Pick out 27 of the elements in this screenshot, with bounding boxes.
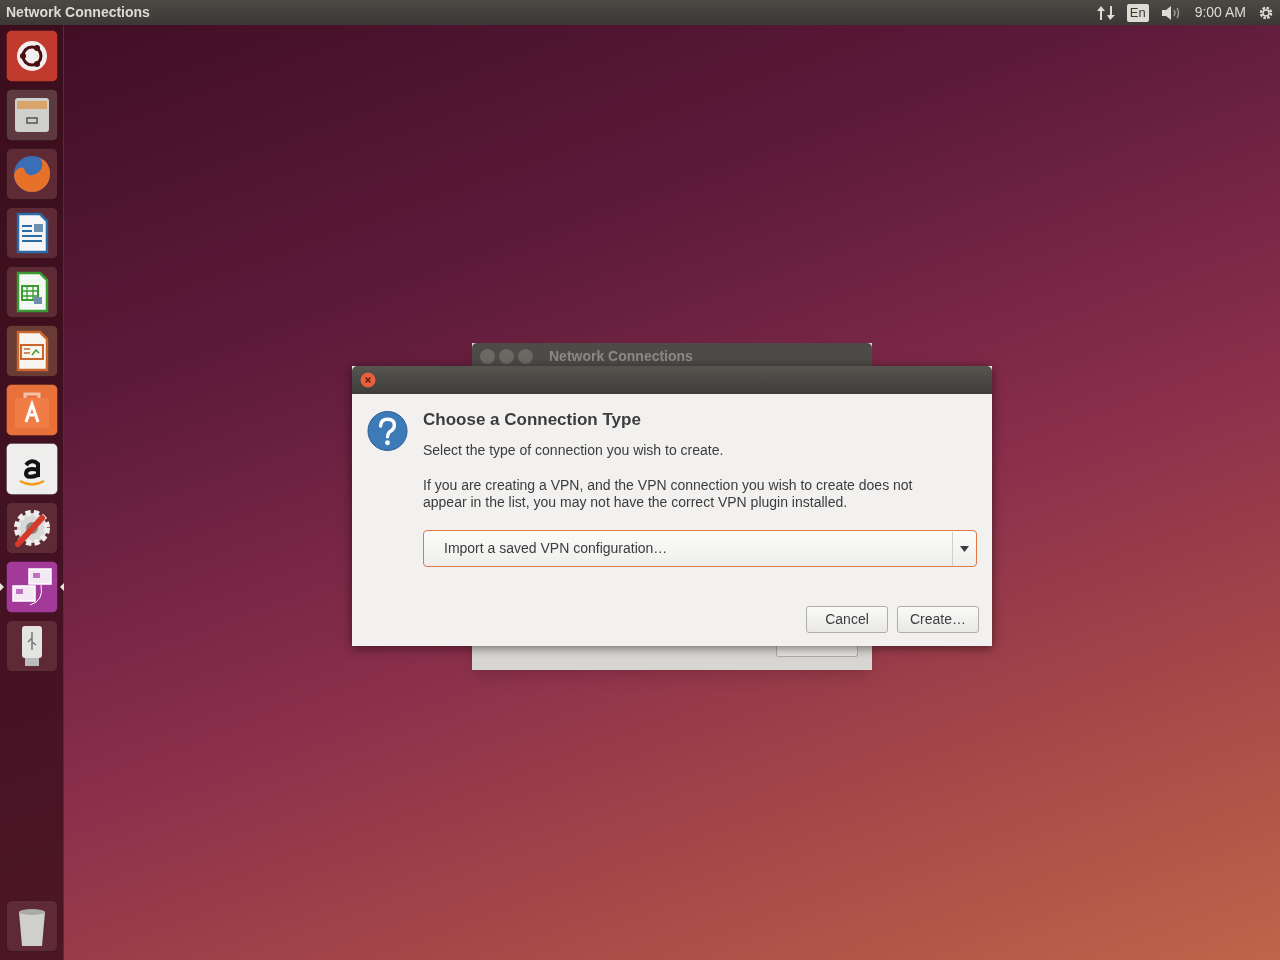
shopping-a-icon[interactable] xyxy=(5,443,58,495)
dialog-button[interactable]: Create… xyxy=(897,606,979,633)
shopping-bag-icon[interactable] xyxy=(5,384,58,436)
spreadsheet-icon[interactable] xyxy=(5,266,58,318)
document-icon[interactable] xyxy=(5,207,58,259)
close-icon[interactable] xyxy=(360,372,376,388)
connected-screens-icon[interactable] xyxy=(5,561,58,613)
ubuntu-logo-icon[interactable] xyxy=(5,30,58,82)
dialog-message: Select the type of connection you wish to create. xyxy=(423,441,725,460)
gear-wrench-icon[interactable] xyxy=(5,502,58,554)
dialog-heading: Choose a Connection Type xyxy=(423,410,642,430)
dialog-button[interactable]: Cancel xyxy=(806,606,888,633)
trash-can-icon[interactable] xyxy=(5,900,58,952)
file-cabinet-icon[interactable] xyxy=(5,89,58,141)
clock[interactable]: 9:00 AM xyxy=(1194,2,1246,23)
dropdown-arrow-icon xyxy=(960,545,969,552)
network-icon[interactable] xyxy=(1096,4,1115,21)
keyboard-indicator[interactable]: En xyxy=(1126,3,1149,22)
usb-drive-icon[interactable] xyxy=(5,620,58,672)
fox-globe-icon[interactable] xyxy=(5,148,58,200)
connection-type-dropdown[interactable]: Import a saved VPN configuration… xyxy=(423,530,977,567)
question-icon xyxy=(367,410,408,452)
window-title: Network Connections xyxy=(549,346,693,366)
settings-icon[interactable] xyxy=(1258,4,1274,21)
dialog-detail: If you are creating a VPN, and the VPN connection you wish to create does not appear in the list, you may not have the correct VPN plugin installed. xyxy=(423,477,914,511)
presentation-icon[interactable] xyxy=(5,325,58,377)
window-title: Network Connections xyxy=(6,3,150,22)
